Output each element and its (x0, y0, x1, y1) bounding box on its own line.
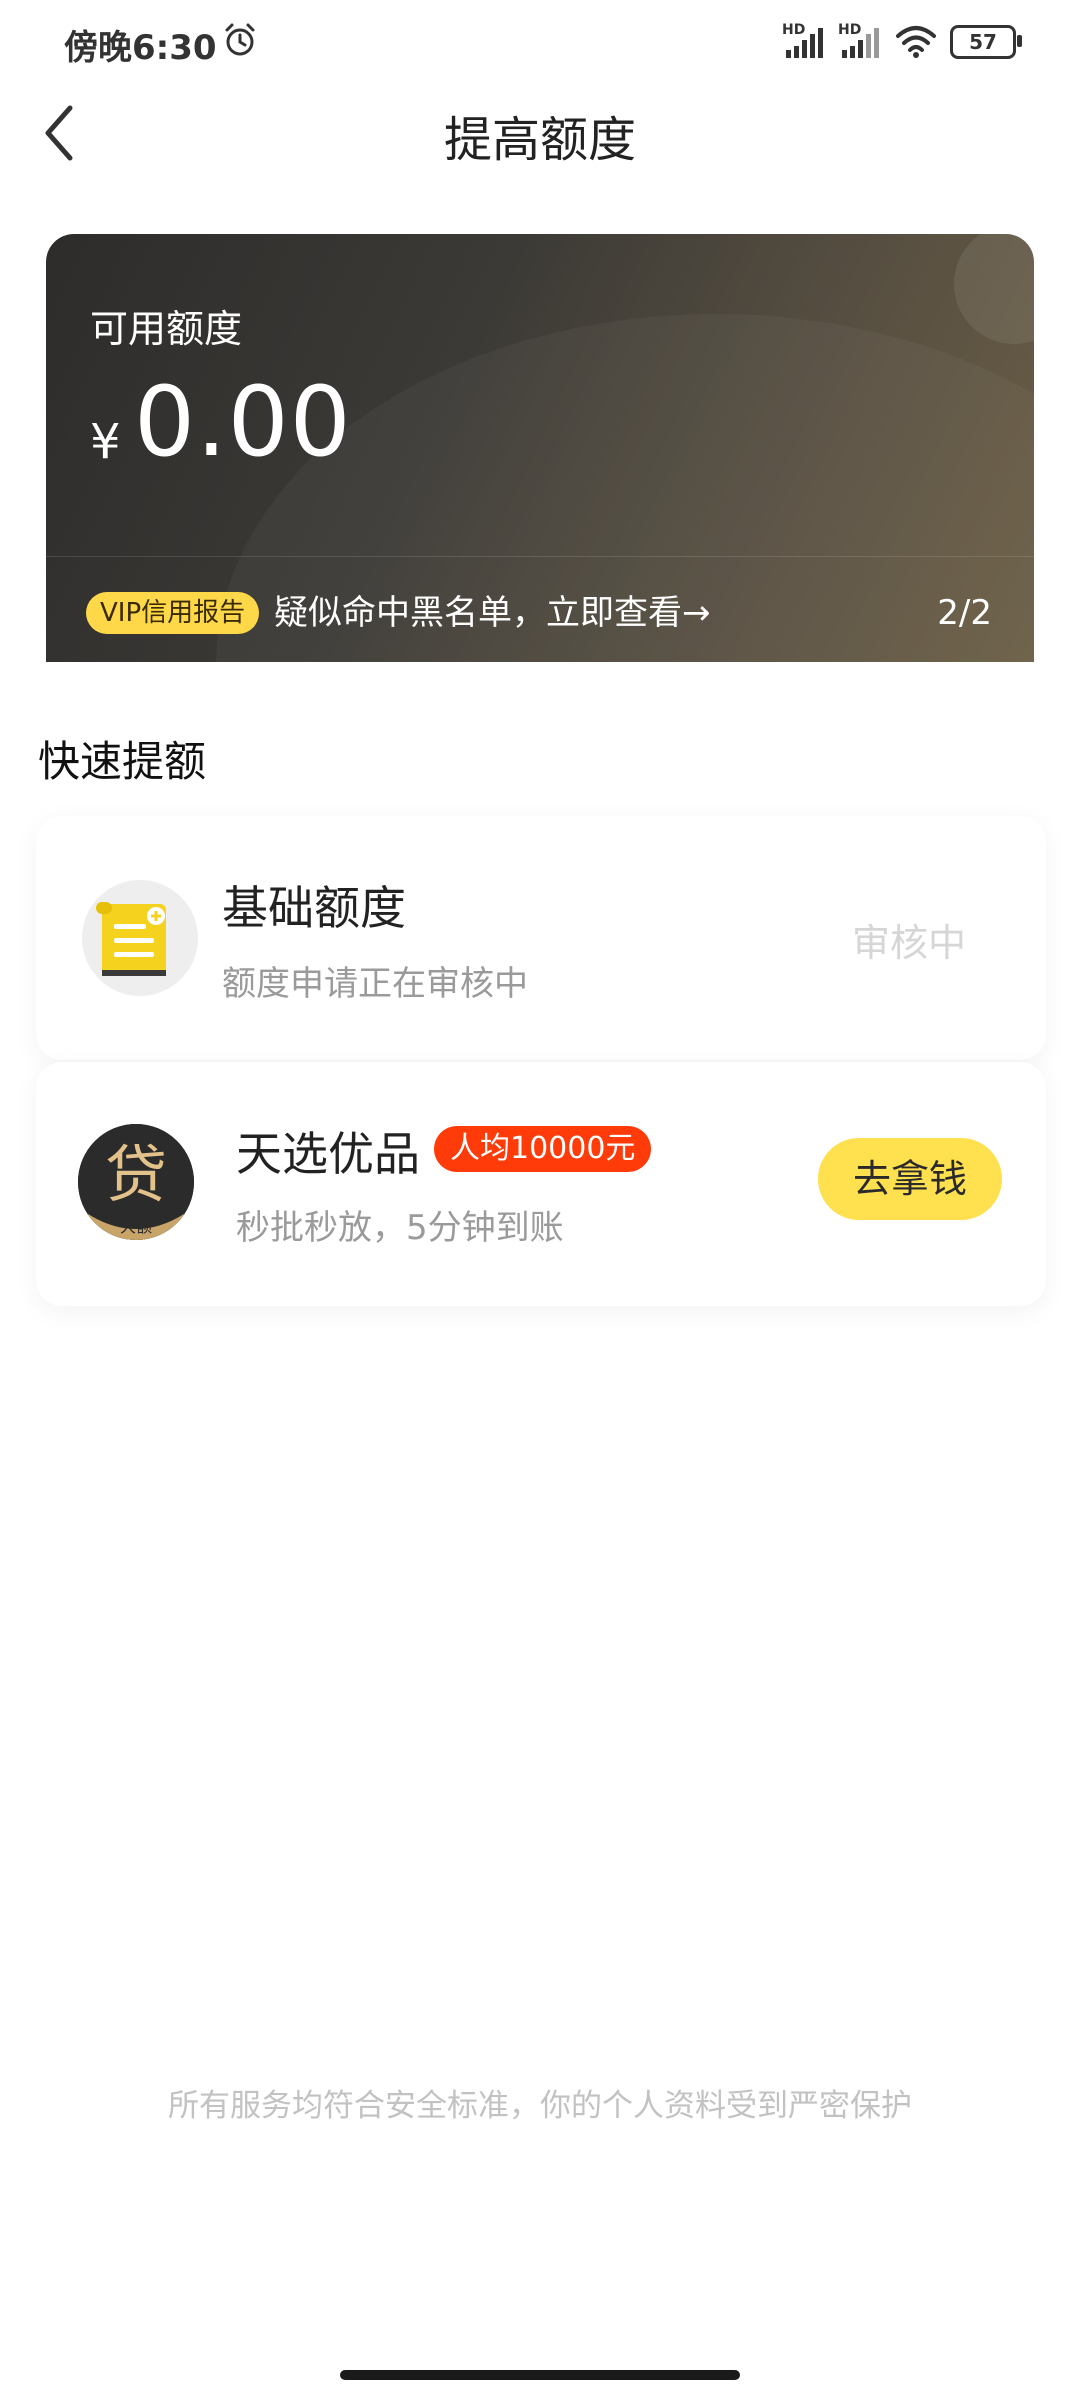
card-divider (46, 556, 1034, 557)
currency-symbol: ¥ (90, 414, 121, 470)
available-quota-label: 可用额度 (90, 307, 243, 351)
basic-quota-item[interactable]: 基础额度 额度申请正在审核中 审核中 (36, 816, 1046, 1060)
document-icon (82, 880, 198, 996)
logo-char: 贷 (105, 1138, 167, 1211)
page-title: 提高额度 (443, 112, 636, 168)
battery-icon: 57 (950, 25, 1022, 59)
blacklist-notice-link[interactable]: 疑似命中黑名单，立即查看→ (274, 592, 711, 634)
get-money-button[interactable]: 去拿钱 (818, 1138, 1002, 1220)
alarm-icon (225, 23, 255, 56)
signal-icon: HD (782, 22, 826, 62)
average-amount-badge: 人均10000元 (434, 1126, 652, 1172)
quota-amount: 0.00 (134, 366, 352, 478)
content-sheet: 快速提额 基础额度 额度申请正在审核中 审核中 贷 大额 天选优品 人均1000… (0, 662, 1080, 2400)
vip-credit-report-badge[interactable]: VIP信用报告 (86, 592, 260, 634)
banner-page-indicator: 2/2 (937, 593, 992, 633)
logo-caption: 大额 (120, 1217, 152, 1236)
loan-logo-icon: 贷 大额 (78, 1124, 194, 1240)
home-indicator[interactable] (340, 2370, 740, 2380)
nav-bar: 提高额度 (0, 84, 1080, 214)
tianxuan-product-item[interactable]: 贷 大额 天选优品 人均10000元 秒批秒放，5分钟到账 去拿钱 (36, 1062, 1046, 1306)
security-note: 所有服务均符合安全标准，你的个人资料受到严密保护 (168, 2088, 912, 2124)
status-icons: HD HD 57 (782, 22, 1022, 62)
item-title: 基础额度 (222, 881, 406, 935)
section-title: 快速提额 (38, 737, 207, 786)
signal-icon-2: HD (838, 22, 882, 62)
status-bar: 傍晚6:30 HD HD 57 (0, 0, 1080, 84)
quota-card: 可用额度 ¥ 0.00 VIP信用报告 疑似命中黑名单，立即查看→ 2/2 (46, 234, 1034, 664)
card-decoration-circle (954, 234, 1034, 344)
status-time: 傍晚6:30 (64, 28, 217, 68)
wifi-icon (896, 26, 936, 58)
review-status: 审核中 (851, 921, 966, 965)
item-title: 天选优品 (236, 1127, 420, 1181)
item-subtitle: 秒批秒放，5分钟到账 (236, 1208, 564, 1248)
item-subtitle: 额度申请正在审核中 (222, 964, 528, 1004)
